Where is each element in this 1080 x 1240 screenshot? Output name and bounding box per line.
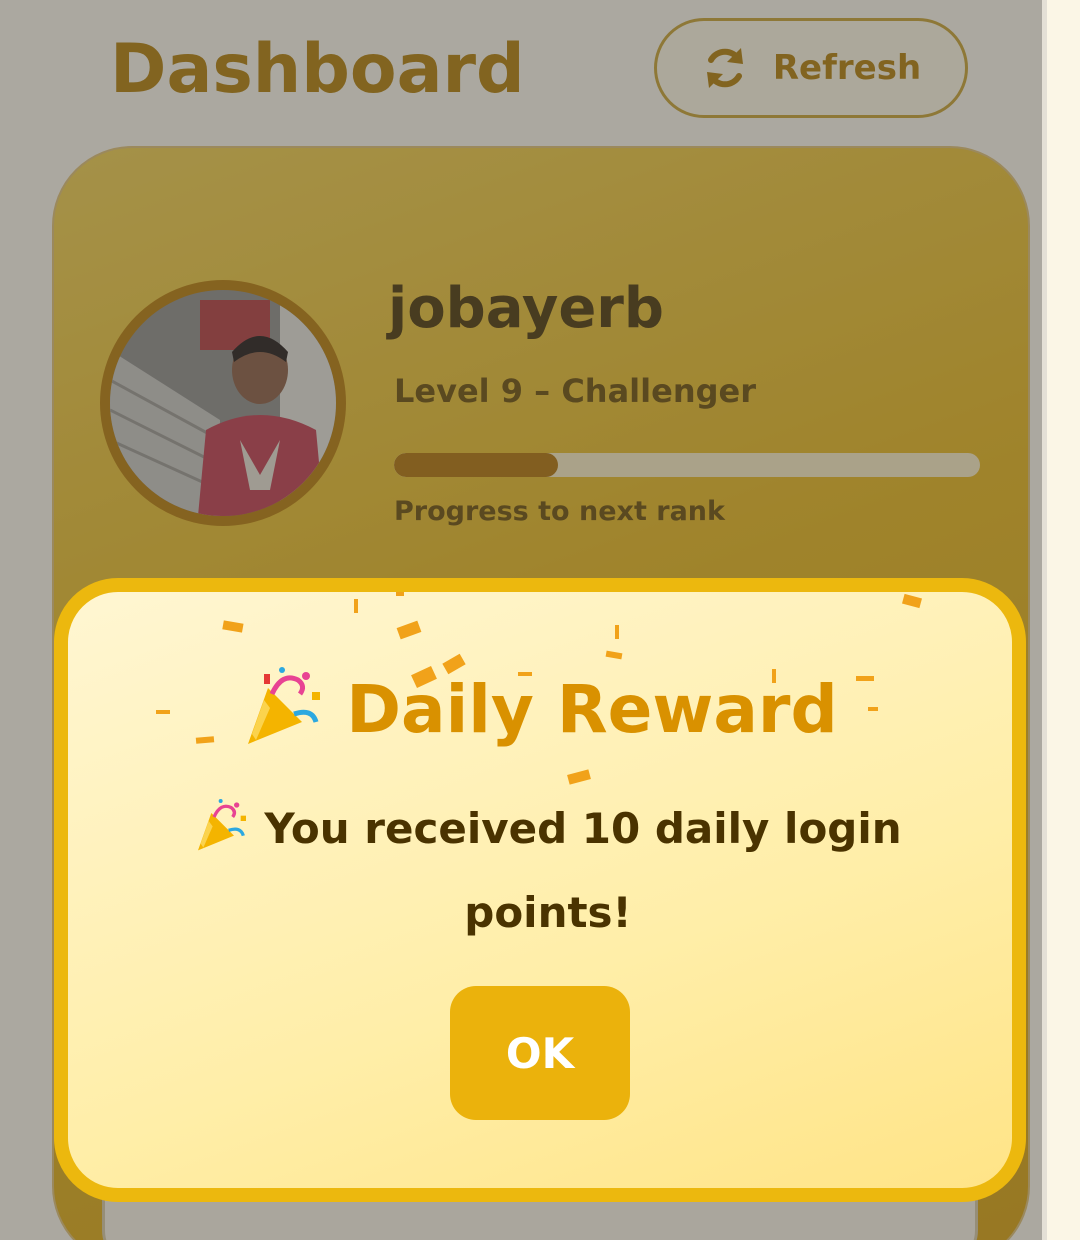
ok-button[interactable]: OK: [450, 986, 630, 1120]
daily-reward-modal: Daily Reward You received 10 daily login…: [54, 578, 1026, 1202]
reward-message-text: You received 10 daily login points!: [264, 804, 902, 937]
modal-title-text: Daily Reward: [346, 671, 838, 749]
modal-title: Daily Reward: [68, 664, 1012, 764]
party-popper-icon: [194, 797, 250, 876]
reward-message: You received 10 daily login points!: [178, 792, 918, 950]
scrollbar[interactable]: [1042, 0, 1080, 1240]
party-popper-icon: [242, 664, 326, 764]
